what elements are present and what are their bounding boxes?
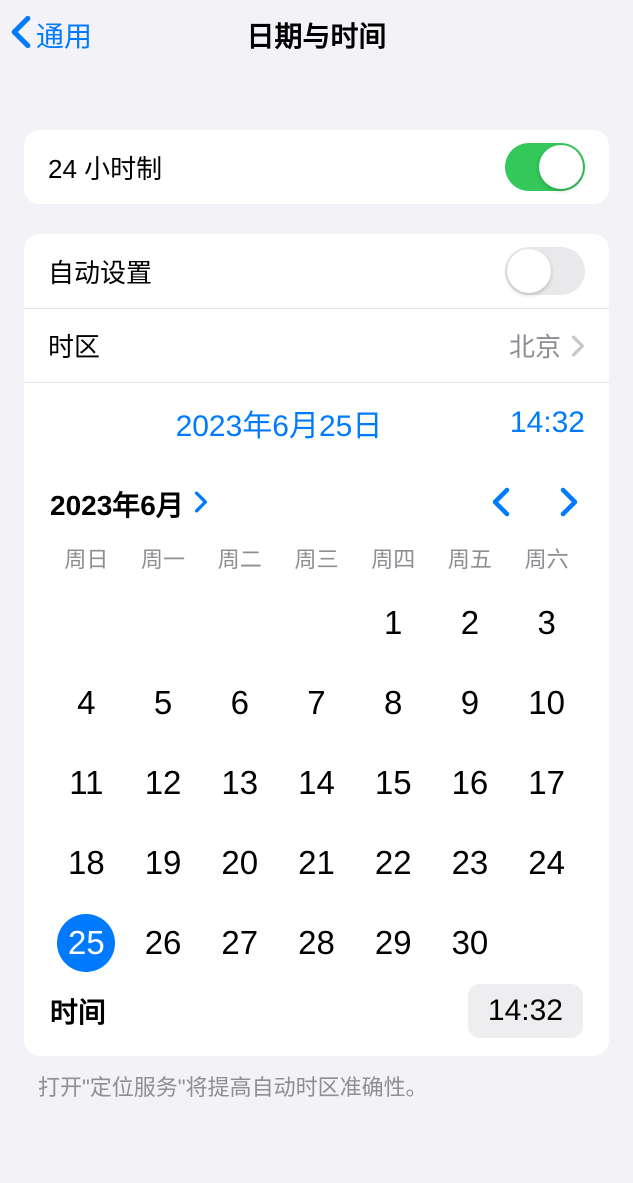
chevron-right-icon	[571, 335, 585, 357]
calendar-day-22[interactable]: 22	[355, 832, 432, 894]
chevron-left-icon	[10, 15, 36, 56]
calendar-cell-empty	[201, 592, 278, 654]
calendar-day-2[interactable]: 2	[432, 592, 509, 654]
calendar-day-15[interactable]: 15	[355, 752, 432, 814]
autoset-label: 自动设置	[48, 253, 505, 290]
page-title: 日期与时间	[246, 15, 386, 55]
hour24-label: 24 小时制	[48, 149, 505, 186]
back-button[interactable]: 通用	[0, 15, 92, 56]
chevron-right-icon	[184, 488, 208, 520]
weekday-header: 周日	[48, 542, 125, 574]
timezone-row[interactable]: 时区 北京	[24, 308, 609, 382]
timezone-value: 北京	[509, 327, 561, 364]
calendar-day-3[interactable]: 3	[508, 592, 585, 654]
calendar-cell-empty	[48, 592, 125, 654]
weekday-header: 周二	[201, 542, 278, 574]
calendar-day-1[interactable]: 1	[355, 592, 432, 654]
footer-note: 打开"定位服务"将提高自动时区准确性。	[38, 1070, 595, 1102]
calendar-cell-empty	[125, 592, 202, 654]
selected-time-display[interactable]: 14:32	[510, 406, 585, 440]
weekday-header: 周四	[355, 542, 432, 574]
time-picker-value[interactable]: 14:32	[468, 984, 583, 1038]
calendar-day-13[interactable]: 13	[201, 752, 278, 814]
calendar-day-26[interactable]: 26	[125, 912, 202, 974]
calendar-day-12[interactable]: 12	[125, 752, 202, 814]
calendar-day-7[interactable]: 7	[278, 672, 355, 734]
weekday-header: 周三	[278, 542, 355, 574]
calendar-day-18[interactable]: 18	[48, 832, 125, 894]
calendar-day-19[interactable]: 19	[125, 832, 202, 894]
calendar-day-23[interactable]: 23	[432, 832, 509, 894]
autoset-toggle[interactable]	[505, 247, 585, 295]
hour24-toggle[interactable]	[505, 143, 585, 191]
calendar-day-25[interactable]: 25	[48, 912, 125, 974]
calendar-day-28[interactable]: 28	[278, 912, 355, 974]
weekday-header: 周五	[432, 542, 509, 574]
calendar-day-14[interactable]: 14	[278, 752, 355, 814]
calendar-day-4[interactable]: 4	[48, 672, 125, 734]
chevron-right-icon	[559, 487, 579, 520]
calendar-day-21[interactable]: 21	[278, 832, 355, 894]
time-picker-label: 时间	[50, 991, 468, 1031]
weekday-header: 周一	[125, 542, 202, 574]
calendar-day-29[interactable]: 29	[355, 912, 432, 974]
month-label: 2023年6月	[50, 484, 184, 524]
next-month-button[interactable]	[555, 483, 583, 524]
calendar-day-11[interactable]: 11	[48, 752, 125, 814]
calendar-cell-empty	[278, 592, 355, 654]
back-label: 通用	[36, 15, 92, 55]
calendar-day-30[interactable]: 30	[432, 912, 509, 974]
month-picker[interactable]: 2023年6月	[50, 484, 208, 524]
chevron-left-icon	[491, 487, 511, 520]
calendar-day-27[interactable]: 27	[201, 912, 278, 974]
calendar-day-6[interactable]: 6	[201, 672, 278, 734]
calendar-day-24[interactable]: 24	[508, 832, 585, 894]
calendar-day-5[interactable]: 5	[125, 672, 202, 734]
calendar-day-8[interactable]: 8	[355, 672, 432, 734]
timezone-label: 时区	[48, 327, 509, 364]
calendar-day-10[interactable]: 10	[508, 672, 585, 734]
selected-date-display[interactable]: 2023年6月25日	[48, 401, 510, 445]
prev-month-button[interactable]	[487, 483, 515, 524]
calendar-day-9[interactable]: 9	[432, 672, 509, 734]
calendar-day-16[interactable]: 16	[432, 752, 509, 814]
calendar-day-20[interactable]: 20	[201, 832, 278, 894]
calendar-day-17[interactable]: 17	[508, 752, 585, 814]
weekday-header: 周六	[508, 542, 585, 574]
